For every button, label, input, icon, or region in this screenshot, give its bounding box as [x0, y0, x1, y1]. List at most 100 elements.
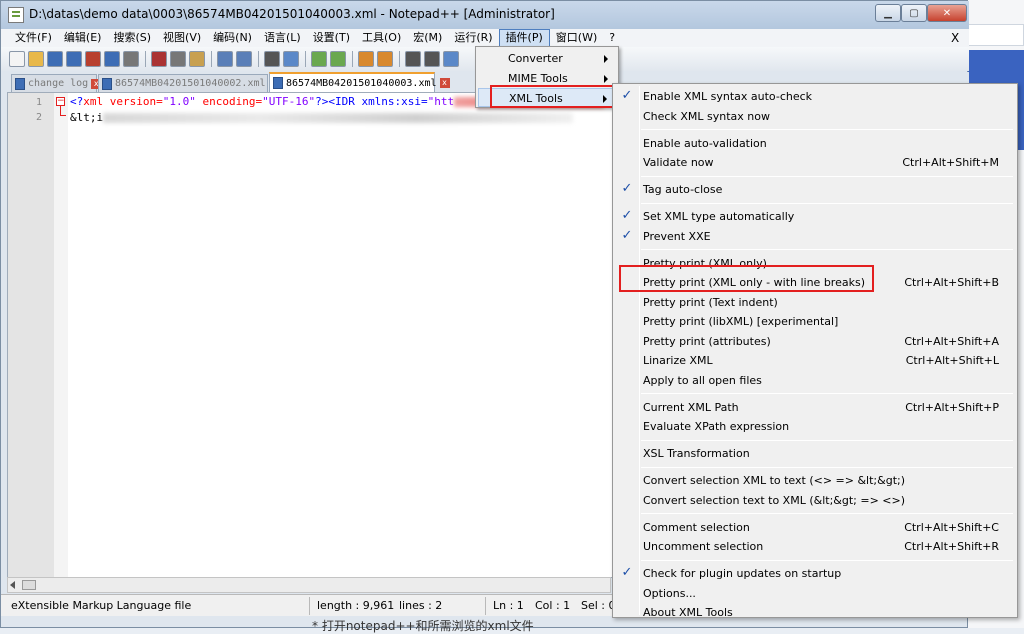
- xml-tools-item[interactable]: XSL Transformation: [615, 444, 1015, 464]
- xml-tools-item[interactable]: ✓Tag auto-close: [615, 180, 1015, 200]
- menu-item[interactable]: 宏(M): [407, 29, 448, 47]
- new-file-icon[interactable]: [9, 51, 25, 67]
- tab-file[interactable]: 86574MB04201501040002.xmlx: [98, 74, 268, 92]
- xml-tools-item-label: Uncomment selection: [643, 537, 763, 556]
- menu-item[interactable]: 视图(V): [157, 29, 207, 47]
- xml-tools-item[interactable]: Apply to all open files: [615, 371, 1015, 391]
- status-sel: Sel : 0: [581, 599, 616, 612]
- menu-item[interactable]: 语言(L): [258, 29, 307, 47]
- xml-tools-item[interactable]: Pretty print (attributes)Ctrl+Alt+Shift+…: [615, 332, 1015, 352]
- file-icon: [273, 77, 283, 89]
- xml-tools-item[interactable]: Enable auto-validation: [615, 134, 1015, 154]
- plugin-menu-item[interactable]: Converter: [478, 49, 616, 68]
- zoom-out-icon[interactable]: [330, 51, 346, 67]
- title-bar[interactable]: D:\datas\demo data\0003\86574MB042015010…: [1, 1, 969, 29]
- close-all-icon[interactable]: [104, 51, 120, 67]
- scroll-thumb[interactable]: [22, 580, 36, 590]
- zoom-in-icon[interactable]: [311, 51, 327, 67]
- horizontal-scrollbar[interactable]: [7, 577, 611, 593]
- status-lines: lines : 2: [399, 599, 442, 612]
- xml-tools-item-label: Set XML type automatically: [643, 207, 794, 226]
- sync-h-icon[interactable]: [377, 51, 393, 67]
- xml-tools-item[interactable]: Uncomment selection Ctrl+Alt+Shift+R: [615, 537, 1015, 557]
- menu-item[interactable]: 运行(R): [448, 29, 498, 47]
- toolbar-separator: [145, 51, 146, 67]
- indent-guide-icon[interactable]: [443, 51, 459, 67]
- xml-tools-item[interactable]: Current XML PathCtrl+Alt+Shift+P: [615, 398, 1015, 418]
- tab-label: 86574MB04201501040003.xml: [286, 78, 437, 89]
- open-file-icon[interactable]: [28, 51, 44, 67]
- close-file-icon[interactable]: [85, 51, 101, 67]
- code-text: &lt;i: [70, 111, 103, 124]
- menu-item[interactable]: 工具(O): [356, 29, 407, 47]
- xml-tools-item[interactable]: Linarize XMLCtrl+Alt+Shift+L: [615, 351, 1015, 371]
- xml-tools-submenu: ✓Enable XML syntax auto-checkCheck XML s…: [612, 83, 1018, 618]
- xml-tools-item[interactable]: Convert selection text to XML (&lt;&gt; …: [615, 491, 1015, 511]
- fold-toggle-icon[interactable]: −: [56, 97, 65, 106]
- menu-separator: [641, 176, 1013, 177]
- menu-item[interactable]: 搜索(S): [107, 29, 157, 47]
- print-icon[interactable]: [123, 51, 139, 67]
- status-ln: Ln : 1: [493, 599, 524, 612]
- xml-tools-item[interactable]: ✓Enable XML syntax auto-check: [615, 87, 1015, 107]
- menu-item[interactable]: 设置(T): [307, 29, 356, 47]
- tab-change-log[interactable]: change logx: [11, 74, 97, 92]
- menu-item[interactable]: 编辑(E): [58, 29, 108, 47]
- sync-v-icon[interactable]: [358, 51, 374, 67]
- status-divider: [485, 597, 486, 615]
- save-all-icon[interactable]: [66, 51, 82, 67]
- cut-icon[interactable]: [151, 51, 167, 67]
- toolbar-separator: [258, 51, 259, 67]
- xml-pi-open: <?: [70, 95, 83, 108]
- xml-tools-item[interactable]: Comment selectionCtrl+Alt+Shift+C: [615, 518, 1015, 538]
- xml-attr: encoding=: [196, 95, 262, 108]
- show-all-chars-icon[interactable]: [424, 51, 440, 67]
- xml-value: "htt: [428, 95, 455, 108]
- xml-tools-item[interactable]: ✓Prevent XXE: [615, 227, 1015, 247]
- xml-tools-item[interactable]: Convert selection XML to text (<> => &lt…: [615, 471, 1015, 491]
- xml-tools-item[interactable]: Options...: [615, 584, 1015, 604]
- replace-icon[interactable]: [283, 51, 299, 67]
- maximize-button[interactable]: ▢: [901, 4, 927, 22]
- menu-item[interactable]: 文件(F): [9, 29, 58, 47]
- wrap-icon[interactable]: [405, 51, 421, 67]
- menu-separator: [641, 440, 1013, 441]
- xml-tools-item[interactable]: ✓Check for plugin updates on startup: [615, 564, 1015, 584]
- status-length: length : 9,961: [317, 599, 394, 612]
- xml-tools-item[interactable]: Pretty print (libXML) [experimental]: [615, 312, 1015, 332]
- plugin-menu-label: Converter: [508, 52, 563, 65]
- scroll-left-arrow-icon[interactable]: [10, 581, 15, 589]
- xml-attr: version=: [103, 95, 163, 108]
- close-document-x[interactable]: X: [951, 31, 959, 45]
- menu-item[interactable]: ?: [603, 29, 621, 47]
- xml-tools-item-label: Pretty print (attributes): [643, 332, 771, 351]
- tab-label: change log: [28, 78, 88, 89]
- menu-item[interactable]: 插件(P): [499, 29, 550, 47]
- minimize-button[interactable]: ▁: [875, 4, 901, 22]
- fold-line: [60, 106, 61, 115]
- xml-tools-item[interactable]: About XML Tools: [615, 603, 1015, 623]
- copy-icon[interactable]: [170, 51, 186, 67]
- xml-tag: <IDR xmlns:xsi=: [328, 95, 427, 108]
- xml-tools-item[interactable]: Validate nowCtrl+Alt+Shift+M: [615, 153, 1015, 173]
- find-icon[interactable]: [264, 51, 280, 67]
- undo-icon[interactable]: [217, 51, 233, 67]
- xml-tools-item[interactable]: Evaluate XPath expression: [615, 417, 1015, 437]
- line-number: 1: [8, 97, 42, 108]
- menu-item[interactable]: 窗口(W): [550, 29, 603, 47]
- xml-tools-item[interactable]: Pretty print (Text indent): [615, 293, 1015, 313]
- xml-tools-item-shortcut: Ctrl+Alt+Shift+R: [904, 537, 999, 556]
- redo-icon[interactable]: [236, 51, 252, 67]
- save-icon[interactable]: [47, 51, 63, 67]
- tab-close-icon[interactable]: x: [440, 78, 450, 88]
- paste-icon[interactable]: [189, 51, 205, 67]
- xml-tools-item-label: Enable auto-validation: [643, 134, 767, 153]
- menu-item[interactable]: 编码(N): [207, 29, 258, 47]
- status-divider: [309, 597, 310, 615]
- close-button[interactable]: ✕: [927, 4, 967, 22]
- menu-separator: [641, 513, 1013, 514]
- xml-tools-item[interactable]: Check XML syntax now: [615, 107, 1015, 127]
- toolbar-separator: [352, 51, 353, 67]
- xml-tools-item[interactable]: ✓Set XML type automatically: [615, 207, 1015, 227]
- tab-file[interactable]: 86574MB04201501040003.xmlx: [269, 72, 435, 92]
